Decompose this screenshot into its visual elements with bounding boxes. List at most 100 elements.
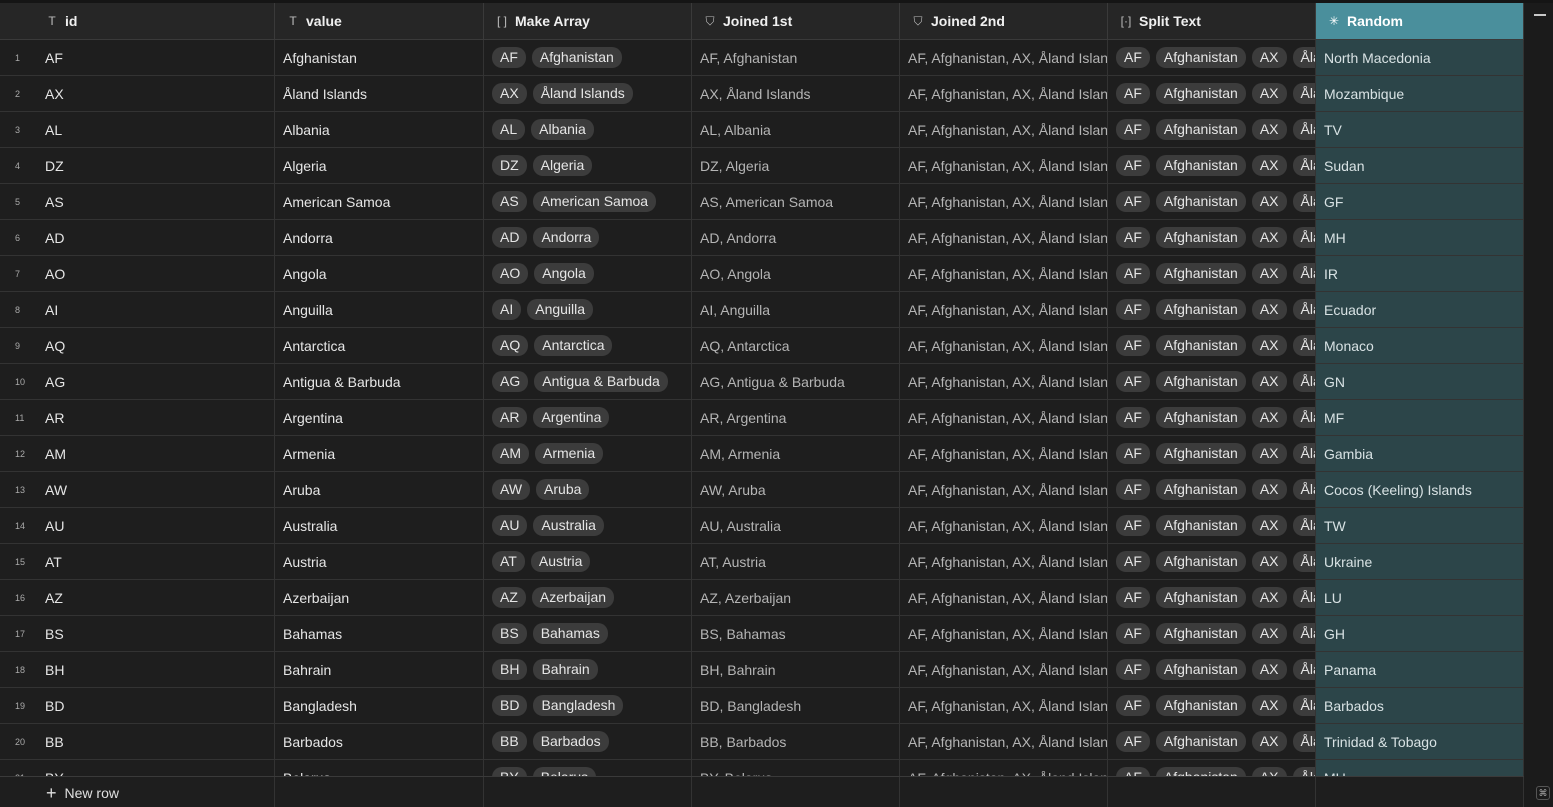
cell-joined-1st[interactable]: AO, Angola — [692, 256, 900, 291]
cell-joined-1st[interactable]: AI, Anguilla — [692, 292, 900, 327]
cell-split-text[interactable]: AFAfghanistanAXÅland Islands — [1108, 112, 1316, 147]
cell-joined-1st[interactable]: AS, American Samoa — [692, 184, 900, 219]
cell-random[interactable]: IR — [1316, 256, 1524, 291]
cell-joined-1st[interactable]: AQ, Antarctica — [692, 328, 900, 363]
cell-joined-2nd[interactable]: AF, Afghanistan, AX, Åland Islands — [900, 256, 1108, 291]
cell-value[interactable]: Antigua & Barbuda — [275, 364, 484, 399]
cell-value[interactable]: Antarctica — [275, 328, 484, 363]
cell-make-array[interactable]: AG Antigua & Barbuda — [484, 364, 692, 399]
cell-value[interactable]: American Samoa — [275, 184, 484, 219]
cell-split-text[interactable]: AFAfghanistanAXÅland Islands — [1108, 76, 1316, 111]
cell-make-array[interactable]: AW Aruba — [484, 472, 692, 507]
cell-id[interactable]: 12 AM — [0, 436, 275, 471]
column-header-joined-1st[interactable]: ⛉ Joined 1st — [692, 3, 900, 39]
cell-id[interactable]: 18 BH — [0, 652, 275, 687]
cell-random[interactable]: Sudan — [1316, 148, 1524, 183]
cell-value[interactable]: Algeria — [275, 148, 484, 183]
new-row-button[interactable]: + New row — [46, 777, 119, 807]
cell-id[interactable]: 6 AD — [0, 220, 275, 255]
cell-joined-1st[interactable]: AF, Afghanistan — [692, 40, 900, 75]
cell-joined-2nd[interactable]: AF, Afghanistan, AX, Åland Islands — [900, 328, 1108, 363]
cell-random[interactable]: Ukraine — [1316, 544, 1524, 579]
column-header-joined-2nd[interactable]: ⛉ Joined 2nd — [900, 3, 1108, 39]
cell-random[interactable]: GF — [1316, 184, 1524, 219]
cell-joined-1st[interactable]: AZ, Azerbaijan — [692, 580, 900, 615]
cell-id[interactable]: 5 AS — [0, 184, 275, 219]
cell-split-text[interactable]: AFAfghanistanAXÅland Islands — [1108, 688, 1316, 723]
cell-joined-1st[interactable]: AR, Argentina — [692, 400, 900, 435]
cell-id[interactable]: 15 AT — [0, 544, 275, 579]
cell-make-array[interactable]: AQ Antarctica — [484, 328, 692, 363]
cell-joined-2nd[interactable]: AF, Afghanistan, AX, Åland Islands — [900, 400, 1108, 435]
cell-make-array[interactable]: AL Albania — [484, 112, 692, 147]
cell-value[interactable]: Austria — [275, 544, 484, 579]
cell-split-text[interactable]: AFAfghanistanAXÅland Islands — [1108, 328, 1316, 363]
cell-make-array[interactable]: AM Armenia — [484, 436, 692, 471]
cell-random[interactable]: TW — [1316, 508, 1524, 543]
cell-split-text[interactable]: AFAfghanistanAXÅland Islands — [1108, 184, 1316, 219]
cell-joined-2nd[interactable]: AF, Afghanistan, AX, Åland Islands — [900, 616, 1108, 651]
column-header-id[interactable]: Tid — [0, 3, 275, 39]
cell-joined-1st[interactable]: AU, Australia — [692, 508, 900, 543]
column-header-random[interactable]: ✳ Random — [1316, 3, 1524, 39]
cell-joined-2nd[interactable]: AF, Afghanistan, AX, Åland Islands — [900, 364, 1108, 399]
cell-id[interactable]: 16 AZ — [0, 580, 275, 615]
cell-value[interactable]: Bahamas — [275, 616, 484, 651]
cell-split-text[interactable]: AFAfghanistanAXÅland Islands — [1108, 508, 1316, 543]
cell-split-text[interactable]: AFAfghanistanAXÅland Islands — [1108, 148, 1316, 183]
cell-joined-2nd[interactable]: AF, Afghanistan, AX, Åland Islands — [900, 40, 1108, 75]
cell-joined-2nd[interactable]: AF, Afghanistan, AX, Åland Islands — [900, 148, 1108, 183]
cell-make-array[interactable]: BD Bangladesh — [484, 688, 692, 723]
cell-value[interactable]: Anguilla — [275, 292, 484, 327]
cell-random[interactable]: Panama — [1316, 652, 1524, 687]
cell-id[interactable]: 17 BS — [0, 616, 275, 651]
cell-value[interactable]: Åland Islands — [275, 76, 484, 111]
cell-joined-2nd[interactable]: AF, Afghanistan, AX, Åland Islands — [900, 220, 1108, 255]
cell-make-array[interactable]: AT Austria — [484, 544, 692, 579]
cell-joined-1st[interactable]: BH, Bahrain — [692, 652, 900, 687]
cell-joined-1st[interactable]: AD, Andorra — [692, 220, 900, 255]
cell-split-text[interactable]: AFAfghanistanAXÅland Islands — [1108, 292, 1316, 327]
cell-id[interactable]: 8 AI — [0, 292, 275, 327]
cell-value[interactable]: Barbados — [275, 724, 484, 759]
cell-random[interactable]: Trinidad & Tobago — [1316, 724, 1524, 759]
cell-id[interactable]: 11 AR — [0, 400, 275, 435]
cell-make-array[interactable]: BB Barbados — [484, 724, 692, 759]
cell-joined-2nd[interactable]: AF, Afghanistan, AX, Åland Islands — [900, 652, 1108, 687]
cell-make-array[interactable]: AU Australia — [484, 508, 692, 543]
cell-split-text[interactable]: AFAfghanistanAXÅland Islands — [1108, 580, 1316, 615]
cell-joined-2nd[interactable]: AF, Afghanistan, AX, Åland Islands — [900, 112, 1108, 147]
cell-value[interactable]: Bangladesh — [275, 688, 484, 723]
cell-joined-1st[interactable]: BS, Bahamas — [692, 616, 900, 651]
cell-split-text[interactable]: AFAfghanistanAXÅland Islands — [1108, 220, 1316, 255]
cell-make-array[interactable]: AO Angola — [484, 256, 692, 291]
cell-random[interactable]: MF — [1316, 400, 1524, 435]
cell-value[interactable]: Armenia — [275, 436, 484, 471]
cell-joined-1st[interactable]: BD, Bangladesh — [692, 688, 900, 723]
cell-random[interactable]: GH — [1316, 616, 1524, 651]
cell-make-array[interactable]: AS American Samoa — [484, 184, 692, 219]
cell-joined-2nd[interactable]: AF, Afghanistan, AX, Åland Islands — [900, 436, 1108, 471]
column-header-split-text[interactable]: [·] Split Text — [1108, 3, 1316, 39]
cell-joined-1st[interactable]: DZ, Algeria — [692, 148, 900, 183]
cell-split-text[interactable]: AFAfghanistanAXÅland Islands — [1108, 544, 1316, 579]
cell-id[interactable]: 3 AL — [0, 112, 275, 147]
cell-value[interactable]: Argentina — [275, 400, 484, 435]
cell-joined-2nd[interactable]: AF, Afghanistan, AX, Åland Islands — [900, 292, 1108, 327]
cell-joined-2nd[interactable]: AF, Afghanistan, AX, Åland Islands — [900, 508, 1108, 543]
cell-random[interactable]: LU — [1316, 580, 1524, 615]
cell-make-array[interactable]: DZ Algeria — [484, 148, 692, 183]
cell-id[interactable]: 1 AF — [0, 40, 275, 75]
cell-joined-2nd[interactable]: AF, Afghanistan, AX, Åland Islands — [900, 688, 1108, 723]
cell-make-array[interactable]: AF Afghanistan — [484, 40, 692, 75]
cell-split-text[interactable]: AFAfghanistanAXÅland Islands — [1108, 616, 1316, 651]
cell-joined-1st[interactable]: AL, Albania — [692, 112, 900, 147]
cell-make-array[interactable]: BH Bahrain — [484, 652, 692, 687]
cell-random[interactable]: North Macedonia — [1316, 40, 1524, 75]
cell-id[interactable]: 14 AU — [0, 508, 275, 543]
cell-random[interactable]: Mozambique — [1316, 76, 1524, 111]
cell-split-text[interactable]: AFAfghanistanAXÅland Islands — [1108, 652, 1316, 687]
cell-joined-2nd[interactable]: AF, Afghanistan, AX, Åland Islands — [900, 184, 1108, 219]
cell-id[interactable]: 9 AQ — [0, 328, 275, 363]
cell-joined-2nd[interactable]: AF, Afghanistan, AX, Åland Islands — [900, 724, 1108, 759]
